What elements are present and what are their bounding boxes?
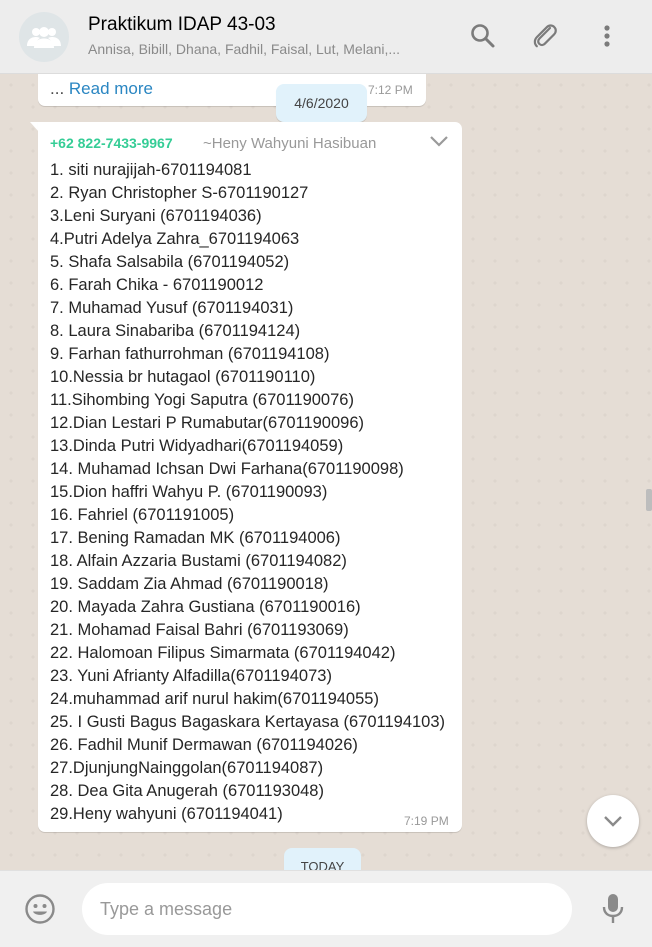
message-time: 7:19 PM <box>404 814 449 828</box>
menu-button[interactable] <box>594 22 620 50</box>
message-line: 1. siti nurajijah-6701194081 <box>50 161 252 179</box>
today-separator: TODAY <box>284 848 361 870</box>
participants-list[interactable]: Annisa, Bibill, Dhana, Fadhil, Faisal, L… <box>88 41 438 57</box>
emoji-icon <box>25 894 55 924</box>
microphone-icon <box>602 894 624 923</box>
message-text: 1. siti nurajijah-6701194081 2. Ryan Chri… <box>50 159 445 826</box>
message-line: 17. Bening Ramadan MK (6701194006) <box>50 529 341 548</box>
message-menu-button[interactable] <box>428 134 450 153</box>
previous-message-bubble: ... Read more 7:12 PM <box>38 74 426 106</box>
chat-title[interactable]: Praktikum IDAP 43-03 <box>88 14 276 36</box>
scrollbar-thumb[interactable] <box>646 489 652 511</box>
message-line: 29.Heny wahyuni (6701194041) <box>50 805 283 824</box>
scroll-to-bottom-button[interactable] <box>587 795 639 847</box>
message-line: 23. Yuni Afrianty Alfadilla(6701194073) <box>50 667 332 686</box>
message-line: 24.muhammad arif nurul hakim(6701194055) <box>50 690 379 709</box>
message-line: 15.Dion haffri Wahyu P. (6701190093) <box>50 483 328 502</box>
message-line: 6. Farah Chika - 6701190012 <box>50 276 264 295</box>
chevron-down-icon <box>430 136 448 147</box>
message-line: 20. Mayada Zahra Gustiana (6701190016) <box>50 598 361 617</box>
read-more-link[interactable]: Read more <box>69 79 153 98</box>
compose-bar <box>0 870 652 947</box>
message-line: 21. Mohamad Faisal Bahri (6701193069) <box>50 621 349 640</box>
message-line: 27.DjunjungNainggolan(6701194087) <box>50 759 324 778</box>
chat-header: Praktikum IDAP 43-03 Annisa, Bibill, Dha… <box>0 0 652 74</box>
message-line: 5. Shafa Salsabila (6701194052) <box>50 253 290 272</box>
more-vertical-icon <box>604 25 610 47</box>
search-button[interactable] <box>469 22 497 50</box>
message-time: 7:12 PM <box>368 83 413 97</box>
emoji-button[interactable] <box>24 893 56 930</box>
group-avatar[interactable] <box>19 12 69 62</box>
attach-button[interactable] <box>531 22 559 50</box>
chat-panel[interactable]: ... Read more 7:12 PM 4/6/2020 +62 822-7… <box>0 74 652 870</box>
message-line: 8. Laura Sinabariba (6701194124) <box>50 322 301 341</box>
message-line: 10.Nessia br hutagaol (6701190110) <box>50 368 316 387</box>
message-bubble[interactable]: +62 822-7433-9967 ~Heny Wahyuni Hasibuan… <box>38 122 462 832</box>
message-line: 22. Halomoan Filipus Simarmata (67011940… <box>50 644 396 663</box>
message-line: 9. Farhan fathurrohman (6701194108) <box>50 345 330 364</box>
date-separator: 4/6/2020 <box>276 84 367 122</box>
message-line: 14. Muhamad Ichsan Dwi Farhana(670119009… <box>50 460 404 479</box>
group-icon <box>27 27 61 48</box>
read-more-row: ... Read more <box>50 79 153 99</box>
message-line: 4.Putri Adelya Zahra_6701194063 <box>50 230 300 249</box>
message-line: 7. Muhamad Yusuf (6701194031) <box>50 299 294 318</box>
voice-message-button[interactable] <box>600 892 626 931</box>
ellipsis-text: ... <box>50 79 65 98</box>
message-line: 28. Dea Gita Anugerah (6701193048) <box>50 782 324 801</box>
message-line: 13.Dinda Putri Widyadhari(6701194059) <box>50 437 344 456</box>
message-input[interactable] <box>82 883 572 935</box>
message-line: 25. I Gusti Bagus Bagaskara Kertayasa (6… <box>50 713 446 732</box>
message-line: 16. Fahriel (6701191005) <box>50 506 235 525</box>
sender-name: ~Heny Wahyuni Hasibuan <box>203 135 377 152</box>
message-line: 18. Alfain Azzaria Bustami (6701194082) <box>50 552 347 571</box>
sender-phone[interactable]: +62 822-7433-9967 <box>50 135 173 151</box>
paperclip-icon <box>533 24 557 48</box>
message-line: 11.Sihombing Yogi Saputra (6701190076) <box>50 391 354 410</box>
message-line: 3.Leni Suryani (6701194036) <box>50 207 262 226</box>
message-line: 19. Saddam Zia Ahmad (6701190018) <box>50 575 329 594</box>
message-line: 12.Dian Lestari P Rumabutar(6701190096) <box>50 414 365 433</box>
message-line: 26. Fadhil Munif Dermawan (6701194026) <box>50 736 358 755</box>
chevron-down-icon <box>604 816 622 827</box>
message-line: 2. Ryan Christopher S-6701190127 <box>50 184 309 203</box>
search-icon <box>471 24 495 48</box>
